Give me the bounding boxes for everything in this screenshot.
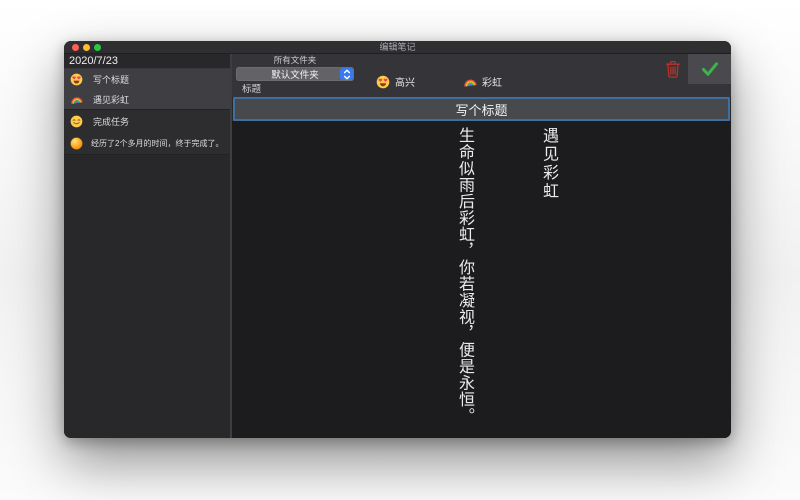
rainbow-emoji-icon <box>70 93 83 106</box>
note-content[interactable]: 遇见彩虹 生命似雨后彩虹，你若凝视，便是永恒。 <box>232 121 731 438</box>
vertical-note-body: 生命似雨后彩虹，你若凝视，便是永恒。 <box>456 127 472 424</box>
window-titlebar: 编辑笔记 <box>64 41 731 54</box>
note-item-label: 遇见彩虹 <box>93 93 129 106</box>
mood-tag[interactable]: 高兴 <box>376 74 415 89</box>
close-button[interactable] <box>72 44 79 51</box>
weather-tag-label: 彩虹 <box>482 74 502 89</box>
note-list-item-finished[interactable]: 经历了2个多月的时间，终于完成了。 <box>64 132 230 154</box>
note-group: 完成任务 <box>64 109 230 155</box>
mood-tag-label: 高兴 <box>395 74 415 89</box>
note-list-item-title[interactable]: 写个标题 <box>64 69 230 89</box>
note-title-input[interactable] <box>233 97 730 121</box>
sidebar-empty-area <box>64 155 230 438</box>
orange-circle-emoji-icon <box>70 137 83 150</box>
checkmark-icon <box>700 59 720 79</box>
note-item-label: 写个标题 <box>93 73 129 86</box>
editor-pane: 所有文件夹 默认文件夹 <box>232 54 731 438</box>
sidebar-date-header: 2020/7/23 <box>64 54 230 69</box>
rainbow-emoji-icon <box>463 75 477 89</box>
window-body: 2020/7/23 写个标题 <box>64 54 731 438</box>
note-item-label: 经历了2个多月的时间，终于完成了。 <box>91 138 223 149</box>
delete-button[interactable] <box>656 56 690 82</box>
heart-eyes-emoji-icon <box>376 75 390 89</box>
smile-emoji-icon <box>70 115 83 128</box>
folder-picker-label: 所有文件夹 <box>236 55 354 66</box>
note-list-item-done[interactable]: 完成任务 <box>64 110 230 132</box>
trash-icon <box>662 58 684 80</box>
note-list-item-rainbow[interactable]: 遇见彩虹 <box>64 89 230 109</box>
window-title: 编辑笔记 <box>64 41 731 53</box>
zoom-button[interactable] <box>94 44 101 51</box>
folder-select-value: 默认文件夹 <box>271 67 319 81</box>
confirm-button[interactable] <box>688 54 731 84</box>
app-window: 编辑笔记 2020/7/23 写个标题 <box>64 41 731 438</box>
folder-picker: 所有文件夹 默认文件夹 <box>236 55 354 81</box>
note-group-selected: 写个标题 遇见彩 <box>64 69 230 109</box>
folder-select[interactable]: 默认文件夹 <box>236 67 354 81</box>
toolbar: 所有文件夹 默认文件夹 <box>232 54 731 84</box>
weather-tag[interactable]: 彩虹 <box>463 74 502 89</box>
note-item-label: 完成任务 <box>93 115 129 128</box>
vertical-note-title: 遇见彩虹 <box>540 127 556 201</box>
popup-stepper-icon <box>340 68 353 80</box>
heart-eyes-emoji-icon <box>70 73 83 86</box>
minimize-button[interactable] <box>83 44 90 51</box>
sidebar: 2020/7/23 写个标题 <box>64 54 230 438</box>
traffic-lights <box>72 41 101 53</box>
